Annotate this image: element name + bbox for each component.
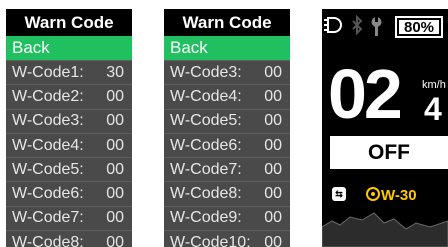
list-item[interactable]: W-Code5: 00 — [164, 108, 290, 133]
list-item[interactable]: W-Code1: 30 — [6, 60, 132, 84]
warn-code-screen-1: Warn Code Back W-Code1: 30 W-Code2: 00 W-C… — [6, 9, 132, 247]
list-item[interactable]: W-Code8: 00 — [6, 230, 132, 247]
back-button[interactable]: Back — [6, 36, 132, 60]
speed-readout: 02 — [328, 55, 403, 133]
list-item[interactable]: W-Code10: 00 — [164, 230, 290, 247]
wrench-icon — [371, 16, 382, 36]
gear-icon — [366, 187, 380, 201]
warn-code-screen-2: Warn Code Back W-Code3: 00 W-Code4: 00 W-C… — [164, 9, 290, 247]
list-item[interactable]: W-Code3: 00 — [6, 108, 132, 133]
speed-decimal: 4 — [424, 91, 442, 127]
list-item[interactable]: W-Code4: 00 — [6, 132, 132, 157]
page-title: Warn Code — [6, 9, 132, 36]
warn-code-list: W-Code3: 00 W-Code4: 00 W-Code5: 00 W-Code6… — [164, 60, 290, 247]
walk-icon: ⇆ — [332, 187, 346, 201]
terrain-graphic — [322, 212, 448, 247]
list-item[interactable]: W-Code6: 00 — [164, 132, 290, 157]
list-item[interactable]: W-Code9: 00 — [164, 205, 290, 230]
page-title: Warn Code — [164, 9, 290, 36]
list-item[interactable]: W-Code8: 00 — [164, 181, 290, 205]
list-item[interactable]: W-Code7: 00 — [6, 205, 132, 230]
list-item[interactable]: W-Code7: 00 — [164, 157, 290, 181]
back-button[interactable]: Back — [164, 36, 290, 60]
assist-off-button[interactable]: OFF — [330, 136, 448, 169]
list-item[interactable]: W-Code6: 00 — [6, 181, 132, 205]
battery-icon: 80% — [395, 16, 443, 38]
bluetooth-icon — [352, 14, 363, 36]
list-item[interactable]: W-Code3: 00 — [164, 60, 290, 84]
headlight-icon — [324, 17, 342, 33]
warn-code-list: W-Code1: 30 W-Code2: 00 W-Code3: 00 W-Code4… — [6, 60, 132, 247]
dashboard-screen: 80% 02 km/h 4 OFF ⇆ W-30 — [322, 9, 448, 247]
battery-level: 80% — [399, 19, 439, 36]
list-item[interactable]: W-Code2: 00 — [6, 84, 132, 108]
list-item[interactable]: W-Code5: 00 — [6, 157, 132, 181]
speed-unit: km/h — [422, 79, 446, 91]
list-item[interactable]: W-Code4: 00 — [164, 84, 290, 108]
